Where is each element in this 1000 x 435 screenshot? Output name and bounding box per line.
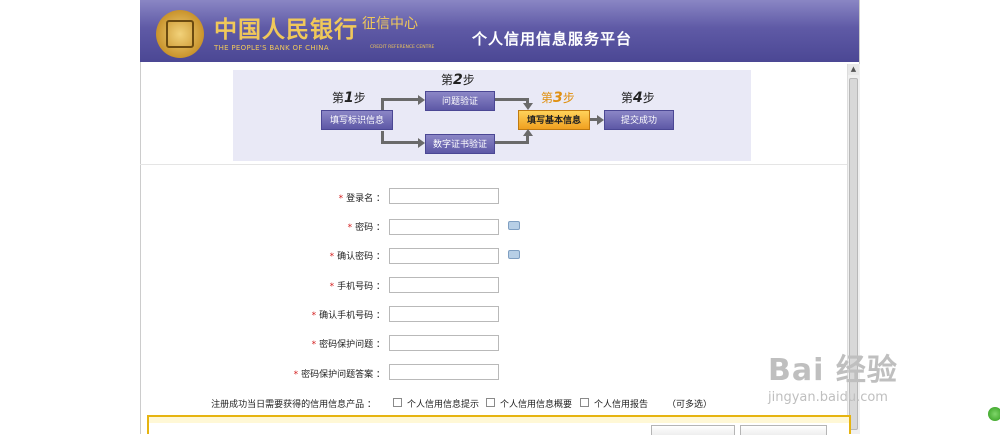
arrow-to-alt (381, 141, 419, 144)
products-label: 注册成功当日需要获得的信用信息产品 ： (211, 400, 376, 410)
multi-select-hint: （可多选） (667, 400, 713, 410)
login-name-label: * 登录名 ： (338, 194, 385, 204)
product-label-hint: 个人信用信息提示 (407, 400, 480, 410)
bank-name-en: THE PEOPLE'S BANK OF CHINA (214, 44, 329, 52)
login-name-input[interactable] (389, 188, 499, 204)
credit-center-en: CREDIT REFERENCE CENTRE (370, 45, 435, 50)
password-input[interactable] (389, 219, 499, 235)
notice-bar-inner (149, 417, 849, 423)
credit-center-cn: 征信中心 (362, 16, 418, 32)
soft-keyboard-icon[interactable] (508, 250, 520, 259)
left-border (140, 62, 141, 434)
green-status-icon (988, 407, 1000, 421)
step-1-number: 第1步 (332, 90, 366, 106)
product-checkbox-summary[interactable] (486, 398, 495, 407)
step-3-number: 第3步 (541, 90, 575, 106)
step-4-number: 第4步 (621, 90, 655, 106)
product-checkbox-report[interactable] (580, 398, 589, 407)
platform-title: 个人信用信息服务平台 (472, 30, 633, 48)
mobile-input[interactable] (389, 277, 499, 293)
password-label: * 密码 ： (347, 223, 385, 233)
step-2-label: 问题验证 (425, 91, 495, 111)
product-label-summary: 个人信用信息概要 (500, 400, 573, 410)
soft-keyboard-icon[interactable] (508, 221, 520, 230)
arrowhead-icon (418, 95, 425, 105)
step-3-label: 填写基本信息 (518, 110, 590, 130)
product-label-report: 个人信用报告 (594, 400, 649, 410)
step-2-number: 第2步 (441, 72, 475, 88)
arrow-up-stem (381, 100, 384, 110)
step-1-label: 填写标识信息 (321, 110, 393, 130)
confirm-mobile-label: * 确认手机号码 ： (311, 311, 385, 321)
product-checkbox-hint[interactable] (393, 398, 402, 407)
bank-name-cn: 中国人民银行 (214, 16, 358, 43)
confirm-password-input[interactable] (389, 248, 499, 264)
baidu-jingyan-watermark: Bai 经验 (768, 353, 898, 388)
step-2-alt-label: 数字证书验证 (425, 134, 495, 154)
arrow-from-alt (495, 141, 528, 144)
form-divider (140, 164, 847, 165)
arrowhead-icon (523, 129, 533, 136)
arrow-to-step2 (381, 98, 419, 101)
security-question-label: * 密码保护问题 ： (311, 340, 385, 350)
security-question-input[interactable] (389, 335, 499, 351)
arrowhead-icon (597, 115, 604, 125)
watermark-url: jingyan.baidu.com (768, 390, 888, 405)
step-4-label: 提交成功 (604, 110, 674, 130)
emblem-inner (166, 20, 194, 48)
arrow-from-step2 (495, 98, 528, 101)
arrowhead-icon (523, 103, 533, 110)
confirm-password-label: * 确认密码 ： (329, 252, 385, 262)
arrowhead-icon (418, 138, 425, 148)
confirm-mobile-input[interactable] (389, 306, 499, 322)
scroll-up-arrow-icon[interactable]: ▲ (848, 64, 859, 75)
security-answer-label: * 密码保护问题答案 ： (293, 370, 385, 380)
mobile-label: * 手机号码 ： (329, 282, 385, 292)
security-answer-input[interactable] (389, 364, 499, 380)
